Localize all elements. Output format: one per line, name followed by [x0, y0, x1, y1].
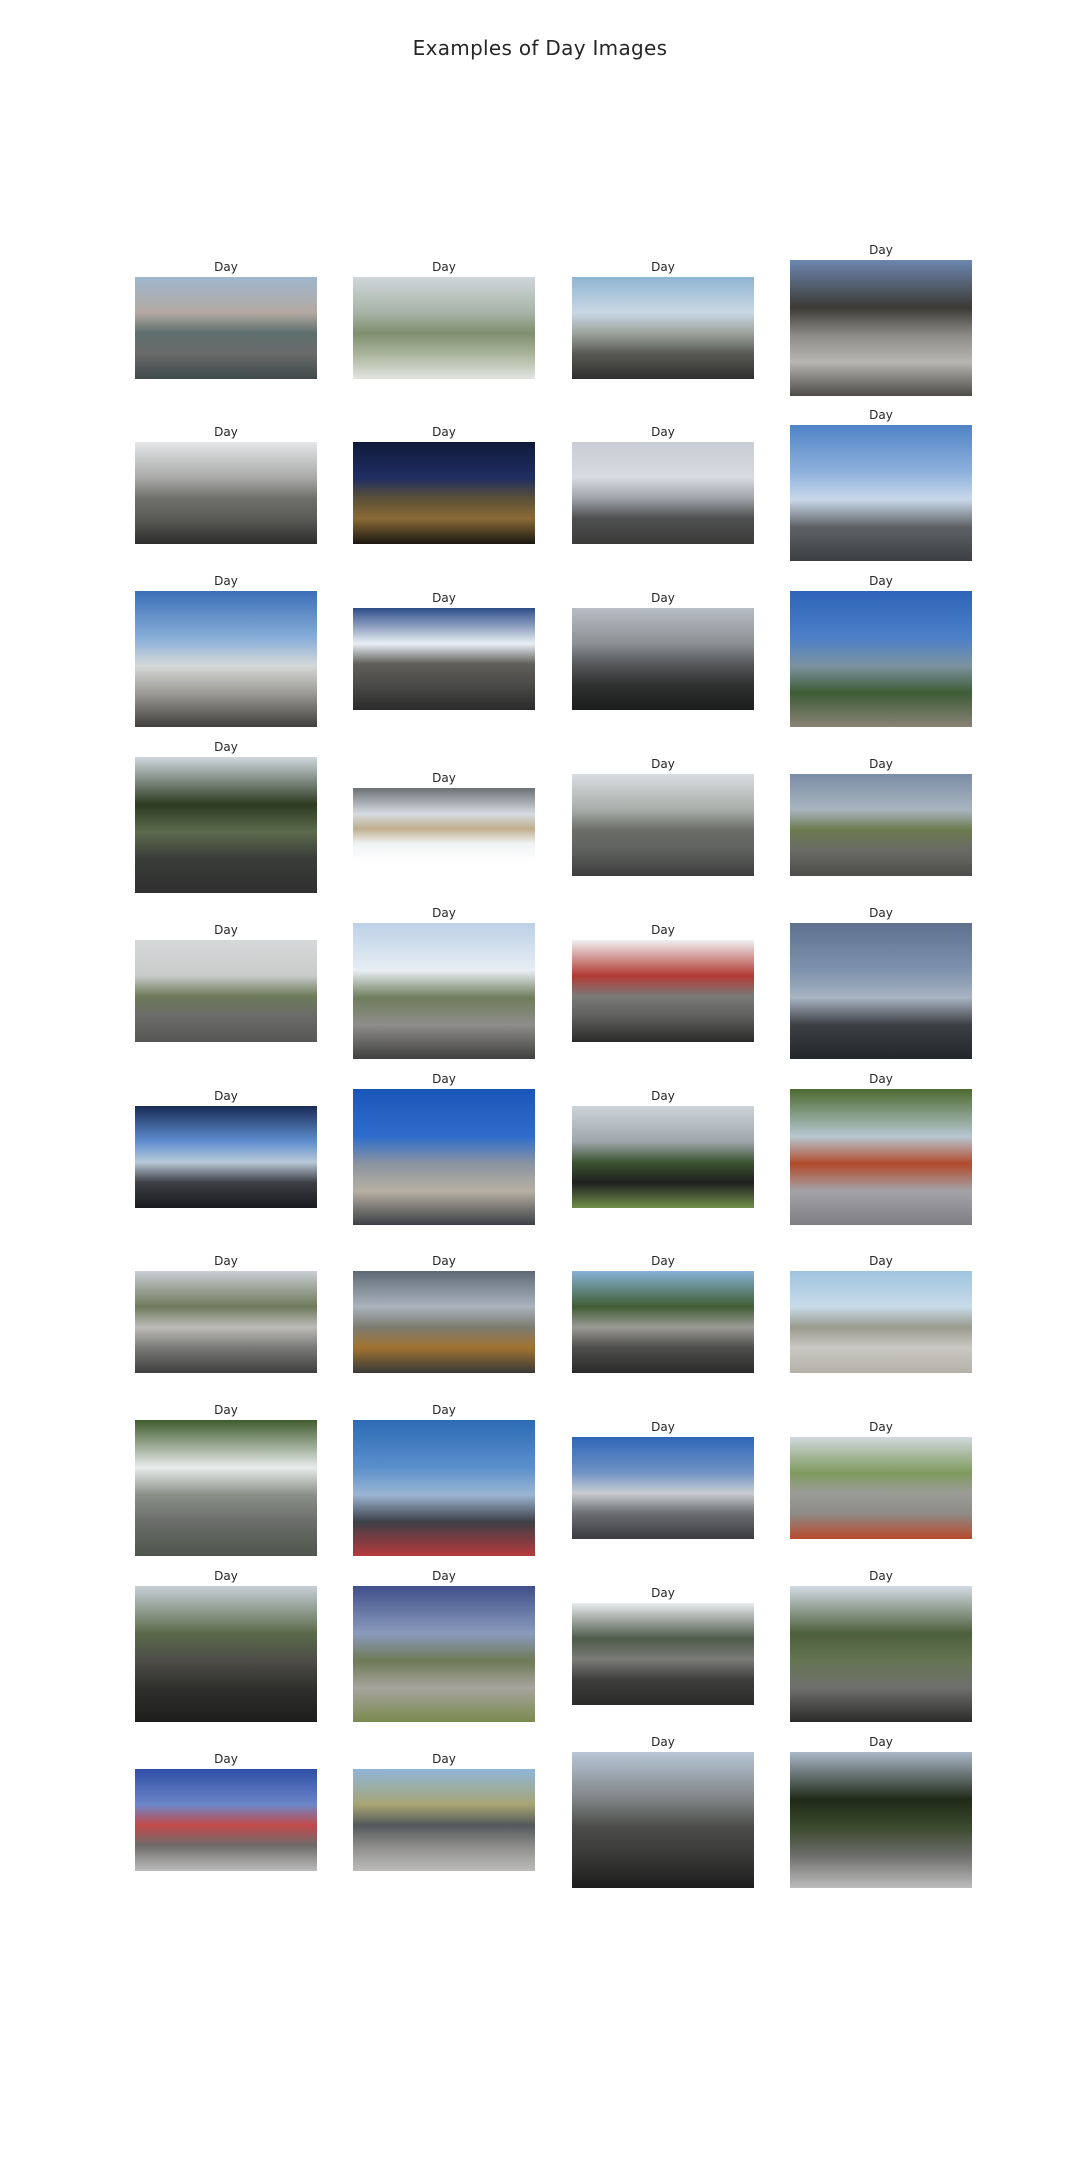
image-label: Day — [651, 591, 675, 605]
image-label: Day — [432, 260, 456, 274]
day-photo-thumbnail — [135, 277, 317, 379]
image-label: Day — [869, 1735, 893, 1749]
day-photo-thumbnail — [790, 591, 972, 727]
day-photo-thumbnail — [353, 1271, 535, 1373]
day-photo-thumbnail — [135, 940, 317, 1042]
image-grid: Day Day Day Day Day Day Day Day Day Day Day Day Day D… — [135, 0, 975, 2160]
day-photo-thumbnail — [790, 1752, 972, 1888]
day-photo-thumbnail — [790, 1089, 972, 1225]
image-label: Day — [214, 1569, 238, 1583]
image-label: Day — [214, 574, 238, 588]
image-label: Day — [214, 740, 238, 754]
image-label: Day — [869, 1569, 893, 1583]
day-photo-thumbnail — [790, 774, 972, 876]
image-label: Day — [651, 757, 675, 771]
day-photo-thumbnail — [572, 774, 754, 876]
image-label: Day — [214, 923, 238, 937]
day-photo-thumbnail — [135, 442, 317, 544]
image-label: Day — [651, 1254, 675, 1268]
image-label: Day — [432, 1569, 456, 1583]
day-photo-thumbnail — [353, 442, 535, 544]
day-photo-thumbnail — [353, 1769, 535, 1871]
image-label: Day — [214, 260, 238, 274]
day-photo-thumbnail — [135, 1769, 317, 1871]
day-photo-thumbnail — [353, 1420, 535, 1556]
image-label: Day — [432, 1254, 456, 1268]
day-photo-thumbnail — [790, 1271, 972, 1373]
day-photo-thumbnail — [790, 923, 972, 1059]
day-photo-thumbnail — [135, 757, 317, 893]
image-label: Day — [432, 591, 456, 605]
image-label: Day — [651, 1586, 675, 1600]
day-photo-thumbnail — [353, 923, 535, 1059]
image-label: Day — [869, 906, 893, 920]
image-label: Day — [432, 771, 456, 785]
day-photo-thumbnail — [572, 1752, 754, 1888]
image-label: Day — [432, 1072, 456, 1086]
image-label: Day — [869, 243, 893, 257]
day-photo-thumbnail — [353, 608, 535, 710]
image-label: Day — [651, 260, 675, 274]
day-photo-thumbnail — [135, 1586, 317, 1722]
day-photo-thumbnail — [572, 442, 754, 544]
image-label: Day — [869, 757, 893, 771]
image-label: Day — [869, 1420, 893, 1434]
image-label: Day — [651, 1735, 675, 1749]
day-photo-thumbnail — [353, 788, 535, 862]
image-label: Day — [214, 1403, 238, 1417]
image-label: Day — [651, 425, 675, 439]
day-photo-thumbnail — [572, 1603, 754, 1705]
image-label: Day — [214, 1089, 238, 1103]
day-photo-thumbnail — [353, 1586, 535, 1722]
day-photo-thumbnail — [353, 277, 535, 379]
day-photo-thumbnail — [135, 1420, 317, 1556]
day-photo-thumbnail — [353, 1089, 535, 1225]
image-label: Day — [869, 408, 893, 422]
day-photo-thumbnail — [135, 591, 317, 727]
image-label: Day — [869, 1254, 893, 1268]
image-label: Day — [432, 1752, 456, 1766]
image-label: Day — [651, 923, 675, 937]
day-photo-thumbnail — [135, 1106, 317, 1208]
image-label: Day — [869, 1072, 893, 1086]
image-label: Day — [651, 1420, 675, 1434]
day-photo-thumbnail — [572, 608, 754, 710]
day-photo-thumbnail — [572, 1437, 754, 1539]
image-label: Day — [651, 1089, 675, 1103]
image-label: Day — [214, 1752, 238, 1766]
image-label: Day — [869, 574, 893, 588]
image-label: Day — [432, 1403, 456, 1417]
day-photo-thumbnail — [790, 1586, 972, 1722]
day-photo-thumbnail — [135, 1271, 317, 1373]
day-photo-thumbnail — [790, 1437, 972, 1539]
day-photo-thumbnail — [790, 260, 972, 396]
day-photo-thumbnail — [572, 940, 754, 1042]
day-photo-thumbnail — [572, 277, 754, 379]
image-label: Day — [214, 1254, 238, 1268]
day-photo-thumbnail — [790, 425, 972, 561]
day-photo-thumbnail — [572, 1106, 754, 1208]
image-label: Day — [214, 425, 238, 439]
image-label: Day — [432, 425, 456, 439]
image-label: Day — [432, 906, 456, 920]
day-photo-thumbnail — [572, 1271, 754, 1373]
